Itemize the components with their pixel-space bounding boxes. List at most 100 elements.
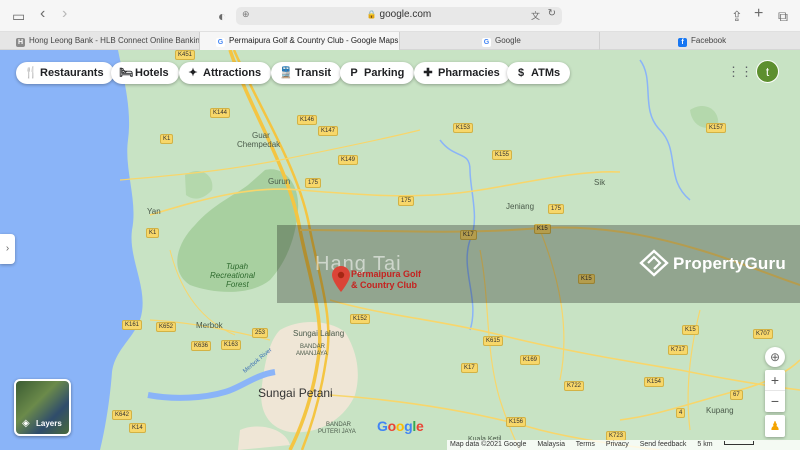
road-shield: K17 <box>461 363 478 373</box>
crosshair-icon: ⊕ <box>769 350 781 364</box>
google-apps-icon[interactable]: ⋮⋮ <box>727 64 753 80</box>
road-shield: 175 <box>548 204 565 214</box>
chip-restaurants[interactable]: 🍴 Restaurants <box>16 62 114 84</box>
tab-google-maps[interactable]: G Permaipura Golf & Country Club - Google… <box>200 32 400 50</box>
label-sungai-petani: Sungai Petani <box>258 386 333 400</box>
road-shield: K149 <box>338 155 359 165</box>
label-bandar-1: BANDAR <box>300 344 326 350</box>
translate-icon[interactable]: 文 <box>531 9 540 22</box>
road-shield: K161 <box>122 320 143 330</box>
sidebar-toggle-icon[interactable]: ▭ <box>12 8 25 24</box>
label-sungai-lalang: Sungai Lalang <box>293 329 345 338</box>
road-shield: K154 <box>644 377 665 387</box>
google-favicon-icon: G <box>482 38 491 47</box>
road-shield: K147 <box>318 126 339 136</box>
google-logo: Google <box>377 418 424 434</box>
tab-facebook[interactable]: f Facebook <box>600 32 800 50</box>
chip-hotels[interactable]: 🛏 Hotels <box>111 62 179 84</box>
label-tupah-1: Tupah <box>226 262 249 271</box>
road-shield: K722 <box>564 381 585 391</box>
label-merbok: Merbok <box>196 321 223 330</box>
tab-hong-leong[interactable]: H Hong Leong Bank - HLB Connect Online Ba… <box>0 32 200 50</box>
label-puteri-1: BANDAR <box>326 422 352 428</box>
street-view-pegman-button[interactable]: ♟ <box>765 415 785 437</box>
new-tab-icon[interactable]: + <box>754 6 763 22</box>
road-shield: K153 <box>453 123 474 133</box>
label-bandar-2: AMANJAYA <box>296 351 328 357</box>
chip-pharmacies[interactable]: ✚ Pharmacies <box>414 62 510 84</box>
label-tupah-2: Recreational <box>210 271 255 280</box>
road-shield: K156 <box>506 417 527 427</box>
scale-label[interactable]: 5 km <box>697 441 712 448</box>
reload-icon[interactable]: ↻ <box>548 8 556 19</box>
account-avatar[interactable]: t <box>756 60 779 83</box>
country-label[interactable]: Malaysia <box>537 441 565 448</box>
label-jeniang: Jeniang <box>506 202 535 211</box>
road-shield: K717 <box>668 345 689 355</box>
expand-side-panel-button[interactable]: › <box>0 234 15 264</box>
map-footer: Map data ©2021 Google Malaysia Terms Pri… <box>447 440 800 450</box>
atm-icon: $ <box>517 67 525 79</box>
road-shield: 253 <box>252 328 269 338</box>
label-kupang: Kupang <box>706 406 734 415</box>
url-text: 🔒 google.com <box>366 9 432 20</box>
tab-google[interactable]: G Google <box>400 32 600 50</box>
layers-icon: ◈ <box>22 418 30 429</box>
chip-parking[interactable]: P Parking <box>340 62 415 84</box>
road-shield: K169 <box>520 355 541 365</box>
label-gurun: Gurun <box>268 177 291 186</box>
place-pin-icon[interactable] <box>332 266 350 292</box>
facebook-favicon-icon: f <box>678 38 687 47</box>
lock-icon: 🔒 <box>366 10 377 19</box>
road-shield: K1 <box>146 228 160 238</box>
place-name[interactable]: Permaipura Golf & Country Club <box>351 269 421 291</box>
share-icon[interactable]: ⇪ <box>731 8 743 24</box>
zoom-in-button[interactable]: + <box>765 370 785 391</box>
road-shield: 4 <box>676 408 686 418</box>
watermark-brand: PropertyGuru <box>673 254 786 273</box>
road-shield: K163 <box>221 340 242 350</box>
chip-atms[interactable]: $ ATMs <box>507 62 571 84</box>
terms-link[interactable]: Terms <box>576 441 595 448</box>
restaurant-icon: 🍴 <box>24 67 38 79</box>
label-yan: Yan <box>147 207 161 216</box>
forward-icon[interactable]: › <box>62 6 67 22</box>
google-favicon-icon: G <box>216 38 225 47</box>
road-shield: K1 <box>160 134 174 144</box>
address-bar[interactable]: ⊕ 🔒 google.com 文 ↻ <box>236 7 562 25</box>
train-icon: 🚆 <box>279 67 293 79</box>
back-icon[interactable]: ‹ <box>40 6 45 22</box>
scale-bar <box>723 441 754 445</box>
parking-icon: P <box>350 67 358 79</box>
bed-icon: 🛏 <box>119 67 133 79</box>
road-shield: K615 <box>483 336 504 346</box>
tab-overview-icon[interactable]: ⧉ <box>778 8 788 24</box>
chip-attractions[interactable]: ✦ Attractions <box>179 62 272 84</box>
label-sik: Sik <box>594 178 606 187</box>
privacy-shield-icon[interactable]: ◐ <box>218 8 226 24</box>
hong-leong-favicon-icon: H <box>16 38 25 47</box>
label-tupah-3: Forest <box>226 280 249 289</box>
label-chempedak: Chempedak <box>237 140 281 149</box>
road-shield: K144 <box>210 108 231 118</box>
road-shield: 175 <box>305 178 322 188</box>
my-location-button[interactable]: ⊕ <box>765 347 785 367</box>
pharmacy-icon: ✚ <box>423 67 433 79</box>
propertyguru-logo-icon <box>639 249 669 277</box>
road-shield: 67 <box>730 390 743 400</box>
road-shield: K14 <box>129 423 146 433</box>
label-guar: Guar <box>252 131 270 140</box>
zoom-out-button[interactable]: − <box>765 391 785 412</box>
road-shield: K146 <box>297 115 318 125</box>
map-canvas[interactable]: Guar Chempedak Gurun Yan Jeniang Sik Tup… <box>0 50 800 450</box>
zoom-controls: + − <box>765 370 785 412</box>
road-shield: K152 <box>350 314 371 324</box>
road-shield: K15 <box>682 325 699 335</box>
layers-button[interactable]: ◈ Layers <box>14 379 71 436</box>
road-shield: K155 <box>492 150 513 160</box>
chip-transit[interactable]: 🚆 Transit <box>271 62 342 84</box>
road-shield: K157 <box>706 123 727 133</box>
send-feedback-link[interactable]: Send feedback <box>640 441 687 448</box>
privacy-link[interactable]: Privacy <box>606 441 629 448</box>
map-data-attribution: Map data ©2021 Google <box>450 441 527 448</box>
